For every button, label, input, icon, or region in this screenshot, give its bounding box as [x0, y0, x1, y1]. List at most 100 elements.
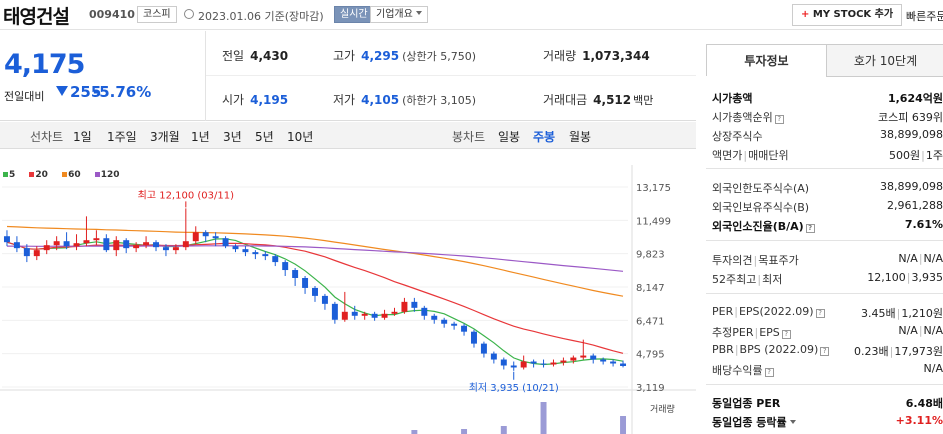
volume-bar	[540, 402, 547, 434]
quick-order-link[interactable]: 빠른주문	[906, 8, 943, 24]
ma-line-60	[6, 225, 624, 297]
candle-body	[43, 245, 50, 251]
help-icon[interactable]: ?	[805, 224, 815, 233]
par-value-row: 액면가|매매단위 500원|1주	[712, 149, 943, 162]
chart-period-bar: 선차트 1일 1주일 3개월 1년 3년 5년 10년 봉차트 일봉 주봉 월봉	[0, 122, 696, 149]
candle-body	[321, 295, 328, 304]
trade-amount: 거래대금 4,512 백만	[543, 93, 654, 107]
weekly-candle-chart[interactable]: 13,175 11,499 9,823 8,147 6,471 4,795 3,119 최고 …	[0, 165, 696, 434]
volume-bar	[411, 430, 418, 434]
candle-body	[441, 319, 448, 324]
52week-row: 52주최고|최저 12,100|3,935	[712, 271, 943, 286]
chevron-down-icon	[415, 11, 422, 15]
period-3y[interactable]: 3년	[223, 128, 242, 145]
help-icon[interactable]: ?	[781, 330, 791, 339]
candle-body	[282, 262, 289, 271]
candle-body	[351, 311, 358, 316]
candle-body	[451, 323, 458, 326]
candle-body	[411, 301, 418, 308]
candle-body	[252, 252, 259, 255]
help-icon[interactable]: ?	[764, 368, 774, 377]
period-5y[interactable]: 5년	[255, 128, 274, 145]
divider	[706, 240, 943, 241]
candle-body	[53, 241, 60, 246]
tab-orderbook[interactable]: 호가 10단계	[826, 45, 943, 77]
volume: 거래량 1,073,344	[543, 49, 650, 63]
candle-body	[133, 245, 140, 249]
candle-body	[341, 311, 348, 320]
candle-body	[381, 313, 388, 318]
help-icon[interactable]: ?	[774, 115, 784, 124]
help-icon[interactable]: ?	[815, 309, 825, 318]
candle-body	[480, 343, 487, 354]
period-1y[interactable]: 1년	[191, 128, 210, 145]
candle-body	[302, 277, 309, 288]
opinion-row: 투자의견|목표주가 N/A|N/A	[712, 252, 943, 267]
candle-body	[192, 232, 199, 242]
volume-bar	[461, 429, 468, 434]
candle-body	[471, 331, 477, 344]
candle-body	[421, 307, 428, 316]
company-info-label: 기업개요	[376, 9, 413, 20]
period-3m[interactable]: 3개월	[150, 128, 180, 145]
candle-body	[182, 241, 189, 248]
tab-investment-info[interactable]: 투자정보	[707, 45, 826, 77]
foreign-ratio-row: 외국인소진율(B/A)? 7.61%	[712, 218, 943, 233]
candle-body	[123, 240, 130, 249]
down-triangle-icon	[56, 86, 68, 96]
divider	[706, 293, 943, 294]
candle-body	[500, 359, 507, 366]
high-annotation: 최고 12,100 (03/11)	[138, 189, 234, 201]
current-price: 4,175	[4, 49, 85, 80]
candle-daily[interactable]: 일봉	[498, 128, 520, 145]
y-tick-label: 6,471	[636, 316, 665, 327]
candle-body	[312, 287, 318, 296]
candle-body	[222, 238, 229, 247]
low-annotation: 최저 3,935 (10/21)	[469, 382, 559, 394]
help-icon[interactable]: ?	[820, 347, 830, 356]
candle-body	[520, 361, 527, 368]
period-1w[interactable]: 1주일	[107, 128, 137, 145]
investment-info-panel: 투자정보 호가 10단계 시가총액 1,624억원 시가총액순위? 코스피 639위…	[706, 44, 943, 434]
candle-body	[23, 248, 30, 257]
market-cap-rank-row: 시가총액순위? 코스피 639위	[712, 111, 943, 124]
volume-bar	[620, 416, 627, 434]
period-1d[interactable]: 1일	[73, 128, 92, 145]
candle-body	[262, 254, 269, 257]
candle-body	[73, 243, 80, 247]
info-tabs: 투자정보 호가 10단계	[706, 44, 943, 77]
prev-close: 전일 4,430	[222, 49, 289, 63]
ma-line-120	[6, 245, 624, 272]
y-tick-label: 9,823	[636, 250, 665, 261]
volume-bar	[500, 426, 507, 434]
candle-body	[212, 236, 219, 239]
candle-body	[401, 301, 408, 312]
candle-body	[620, 363, 627, 366]
candle-body	[570, 357, 577, 361]
y-tick-label: 11,499	[636, 216, 671, 227]
per-row: PER|EPS(2022.09)? 3.45배|1,210원	[712, 305, 943, 320]
candle-monthly[interactable]: 월봉	[569, 128, 591, 145]
candle-body	[431, 315, 438, 320]
candle-body	[162, 247, 169, 251]
clock-icon	[184, 9, 194, 19]
candle-body	[143, 242, 150, 246]
foreign-limit-row: 외국인한도주식수(A) 38,899,098	[712, 180, 943, 195]
period-10y[interactable]: 10년	[287, 128, 313, 145]
candle-body	[272, 256, 279, 263]
candle-body	[292, 270, 299, 278]
company-info-dropdown[interactable]: 기업개요	[370, 6, 428, 23]
price-summary: 4,175 전일대비 255 -5.76% 전일 4,430 고가 4,295 (상한…	[0, 31, 696, 121]
candle-body	[590, 355, 597, 360]
candle-body	[371, 313, 378, 318]
open-price: 시가 4,195	[222, 93, 289, 107]
candle-body	[83, 240, 90, 244]
candle-weekly[interactable]: 주봉	[533, 128, 555, 145]
realtime-button[interactable]: 실시간	[334, 6, 374, 23]
candle-body	[331, 303, 338, 320]
candle-body	[510, 365, 517, 368]
dividend-row: 배당수익률? N/A	[712, 362, 943, 377]
market-badge: 코스피	[137, 6, 177, 23]
divider	[205, 31, 206, 121]
add-mystock-button[interactable]: + MY STOCK 추가	[792, 4, 903, 26]
